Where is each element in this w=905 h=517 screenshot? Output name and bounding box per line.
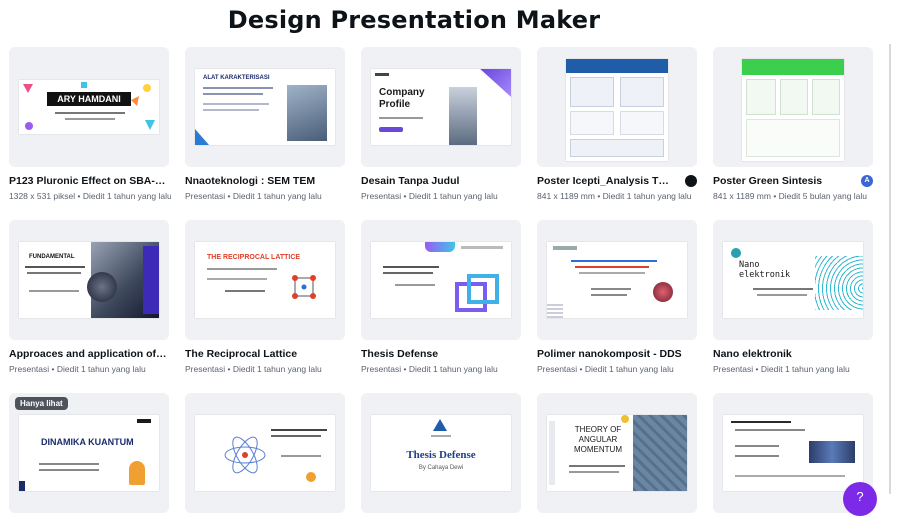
design-meta: 841 x 1189 mm • Diedit 5 bulan yang lalu xyxy=(713,191,868,201)
page-title: Design Presentation Maker xyxy=(227,6,601,34)
thumbnail-slide xyxy=(371,242,511,318)
design-card[interactable] xyxy=(185,393,345,513)
design-card[interactable]: Hanya lihat DINAMIKA KUANTUM xyxy=(9,393,169,513)
design-meta: Presentasi • Diedit 1 tahun yang lalu xyxy=(9,364,146,374)
view-only-badge: Hanya lihat xyxy=(15,397,68,410)
design-card[interactable]: Company Profile Desain Tanpa Judul Prese… xyxy=(361,47,521,202)
design-name[interactable]: Desain Tanpa Judul xyxy=(361,175,521,188)
design-thumbnail[interactable]: Hanya lihat DINAMIKA KUANTUM xyxy=(9,393,169,513)
design-name[interactable]: Approaces and application of n... xyxy=(9,348,169,361)
design-thumbnail[interactable] xyxy=(537,220,697,340)
design-name[interactable]: Nano elektronik xyxy=(713,348,873,361)
thumbnail-slide: Nano elektronik xyxy=(723,242,863,318)
thumbnail-heading: ALAT KARAKTERISASI xyxy=(203,75,270,81)
thumbnail-slide: FUNDAMENTAL xyxy=(19,242,159,318)
thumbnail-slide: Company Profile xyxy=(371,69,511,145)
design-thumbnail[interactable] xyxy=(185,393,345,513)
design-card[interactable]: THEORY OF ANGULAR MOMENTUM xyxy=(537,393,697,513)
design-thumbnail[interactable]: THEORY OF ANGULAR MOMENTUM xyxy=(537,393,697,513)
thumbnail-heading: Thesis Defense xyxy=(406,449,476,461)
thumbnail-slide: Thesis Defense By Cahaya Dewi xyxy=(371,415,511,491)
thumbnail-slide xyxy=(723,415,863,491)
thumbnail-slide xyxy=(195,415,335,491)
design-name[interactable]: Polimer nanokomposit - DDS xyxy=(537,348,697,361)
vertical-scrollbar[interactable] xyxy=(889,44,891,494)
design-card[interactable]: ARY HAMDANI P123 Pluronic Effect on SBA-… xyxy=(9,47,171,202)
design-card[interactable]: Poster Green Sintesis 841 x 1189 mm • Di… xyxy=(713,47,873,202)
design-name[interactable]: P123 Pluronic Effect on SBA-15 ... xyxy=(9,175,169,188)
design-thumbnail[interactable] xyxy=(713,47,873,167)
design-meta: Presentasi • Diedit 1 tahun yang lalu xyxy=(713,364,850,374)
confetti-decoration xyxy=(23,82,155,130)
owner-avatar[interactable] xyxy=(685,175,697,187)
design-card[interactable]: Thesis Defense Presentasi • Diedit 1 tah… xyxy=(361,220,521,375)
design-meta: Presentasi • Diedit 1 tahun yang lalu xyxy=(361,191,498,201)
thumbnail-heading: Company Profile xyxy=(379,87,425,110)
design-card[interactable]: THE RECIPROCAL LATTICE The Reciprocal La… xyxy=(185,220,345,375)
design-thumbnail[interactable]: Thesis Defense By Cahaya Dewi xyxy=(361,393,521,513)
design-thumbnail[interactable] xyxy=(361,220,521,340)
thumbnail-slide: ARY HAMDANI xyxy=(19,80,159,134)
thumbnail-poster xyxy=(742,59,844,161)
design-thumbnail[interactable] xyxy=(537,47,697,167)
design-meta: Presentasi • Diedit 1 tahun yang lalu xyxy=(185,364,322,374)
design-meta: Presentasi • Diedit 1 tahun yang lalu xyxy=(537,364,674,374)
design-thumbnail[interactable]: Company Profile xyxy=(361,47,521,167)
design-thumbnail[interactable]: ALAT KARAKTERISASI xyxy=(185,47,345,167)
thumbnail-heading: THEORY OF ANGULAR MOMENTUM xyxy=(574,425,622,454)
help-button[interactable]: ? xyxy=(843,482,877,516)
design-meta: Presentasi • Diedit 1 tahun yang lalu xyxy=(185,191,322,201)
thumbnail-slide: THE RECIPROCAL LATTICE xyxy=(195,242,335,318)
thumbnail-slide xyxy=(547,242,687,318)
design-name[interactable]: Nnaoteknologi : SEM TEM xyxy=(185,175,345,188)
design-card[interactable]: Poster Icepti_Analysis The E... 841 x 11… xyxy=(537,47,697,202)
design-name[interactable]: The Reciprocal Lattice xyxy=(185,348,345,361)
thumbnail-subheading: By Cahaya Dewi xyxy=(418,465,464,471)
design-card[interactable]: Polimer nanokomposit - DDS Presentasi • … xyxy=(537,220,697,375)
owner-avatar[interactable]: A xyxy=(861,175,873,187)
design-meta: 1328 x 531 piksel • Diedit 1 tahun yang … xyxy=(9,191,171,201)
design-card[interactable]: Thesis Defense By Cahaya Dewi xyxy=(361,393,521,513)
design-card[interactable]: Nano elektronik Nano elektronik Presenta… xyxy=(713,220,873,375)
design-name[interactable]: Poster Icepti_Analysis The E... xyxy=(537,175,675,188)
thumbnail-heading: Nano elektronik xyxy=(739,260,791,280)
design-thumbnail[interactable]: Nano elektronik xyxy=(713,220,873,340)
design-name[interactable]: Thesis Defense xyxy=(361,348,521,361)
thumbnail-heading: FUNDAMENTAL xyxy=(29,254,75,260)
design-thumbnail[interactable]: ARY HAMDANI xyxy=(9,47,169,167)
thumbnail-heading: THE RECIPROCAL LATTICE xyxy=(207,254,301,261)
thumbnail-poster xyxy=(566,59,668,161)
design-presentation-maker-page: Design Presentation Maker ARY HAMDANI P1… xyxy=(0,0,905,517)
design-meta: Presentasi • Diedit 1 tahun yang lalu xyxy=(361,364,498,374)
thumbnail-heading: ARY HAMDANI xyxy=(47,92,131,106)
design-meta: 841 x 1189 mm • Diedit 1 tahun yang lalu xyxy=(537,191,692,201)
thumbnail-slide: ALAT KARAKTERISASI xyxy=(195,69,335,145)
design-card[interactable]: FUNDAMENTAL Approaces and application of… xyxy=(9,220,169,375)
atom-decoration xyxy=(224,429,327,482)
design-thumbnail[interactable]: FUNDAMENTAL xyxy=(9,220,169,340)
design-name[interactable]: Poster Green Sintesis xyxy=(713,175,851,188)
thumbnail-heading: DINAMIKA KUANTUM xyxy=(41,437,134,447)
design-thumbnail[interactable]: THE RECIPROCAL LATTICE xyxy=(185,220,345,340)
thumbnail-slide: THEORY OF ANGULAR MOMENTUM xyxy=(547,415,687,491)
thumbnail-slide: DINAMIKA KUANTUM xyxy=(19,415,159,491)
design-card[interactable]: ALAT KARAKTERISASI Nnaoteknologi : SEM T… xyxy=(185,47,345,202)
lattice-icon xyxy=(292,275,316,299)
